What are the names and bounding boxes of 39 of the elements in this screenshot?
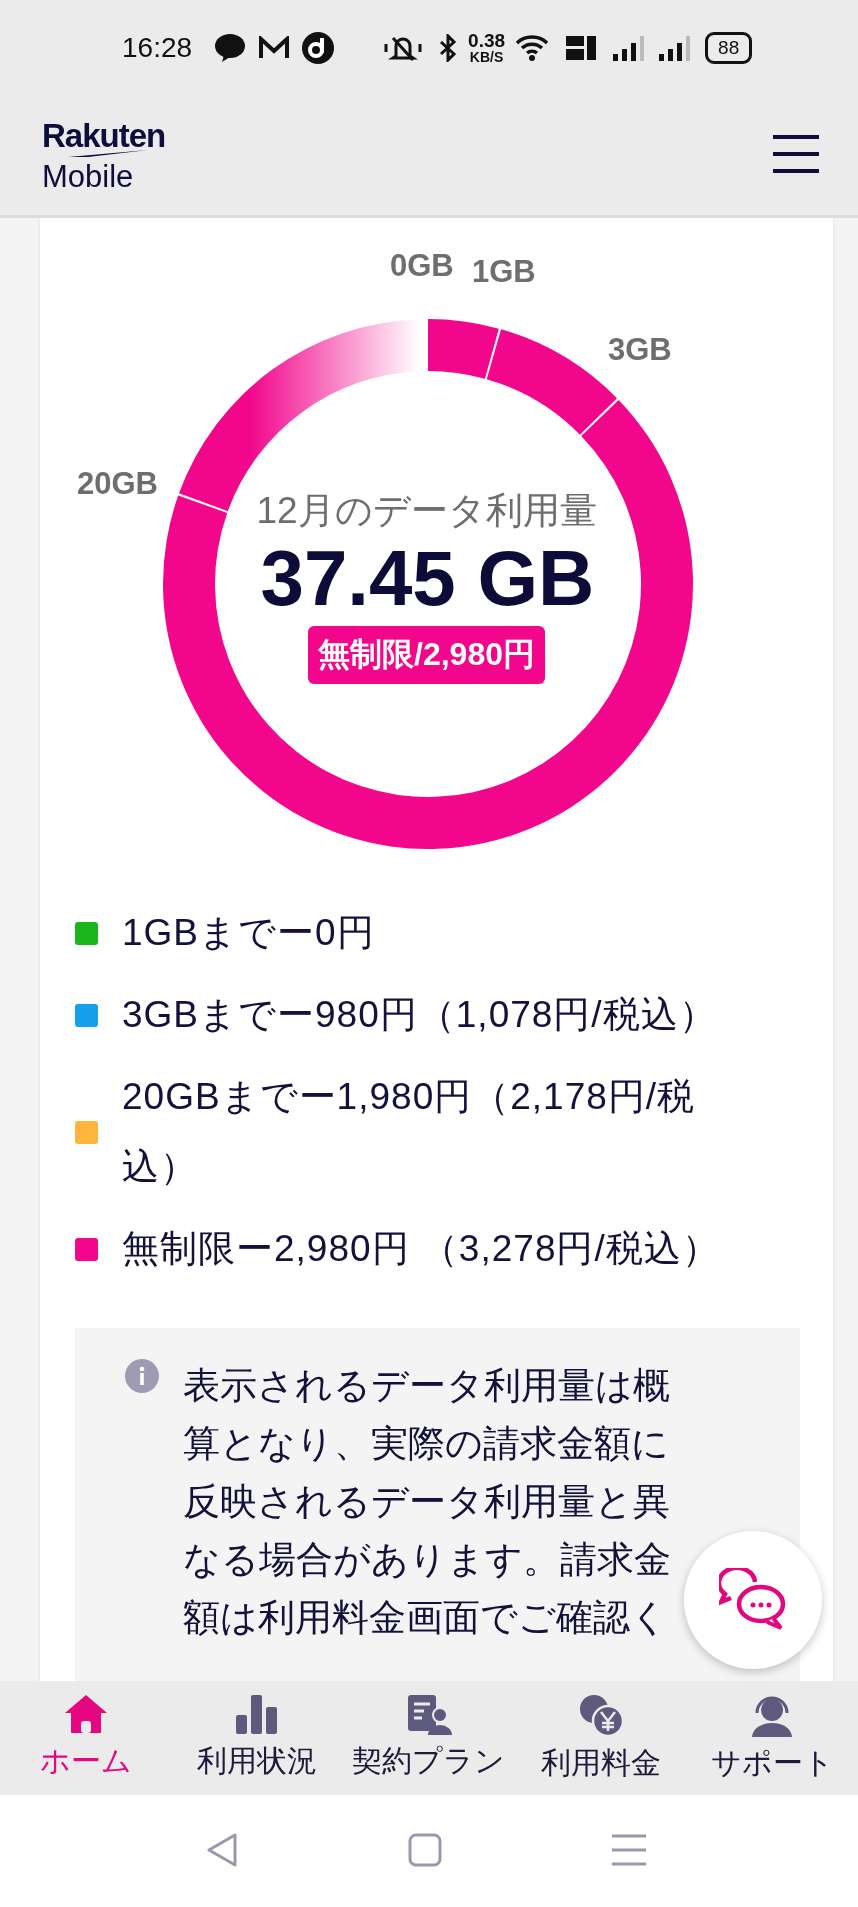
plan-badge: 無制限/2,980円 — [308, 625, 545, 684]
app-icon — [302, 31, 335, 64]
usage-title: 12月のデータ利用量 — [256, 489, 597, 533]
back-icon — [206, 1832, 238, 1867]
nav-tab[interactable]: 利用状況 — [171, 1685, 344, 1795]
notice-text: 表示されるデータ利用量は概算となり、実際の請求金額に反映されるデータ利用量と異なる場合があります。請求金額は利用料金画面でご確認く — [183, 1364, 672, 1640]
info-icon — [125, 1359, 159, 1393]
nav-tab[interactable]: 契約プラン — [343, 1685, 515, 1795]
logo-text: Rakuten — [42, 118, 166, 152]
chat-bubble-icon — [214, 32, 247, 63]
usage-amount: 37.45 GB — [260, 536, 595, 622]
nav-tab[interactable]: ホーム — [0, 1685, 172, 1795]
legend-label: 無制限ー2,980円 （3,278円/税込） — [122, 1227, 720, 1271]
recents-button[interactable] — [612, 1833, 646, 1869]
contract-person-icon — [406, 1693, 452, 1735]
legend-label: 20GBまでー1,980円（2,178円/税込） — [122, 1075, 697, 1189]
signal-icon — [611, 33, 646, 62]
tick-label: 0GB — [390, 248, 454, 284]
battery-level: 88 — [705, 31, 753, 64]
menu-icon — [772, 133, 820, 174]
tick-label: 20GB — [77, 466, 158, 502]
square-icon — [408, 1832, 442, 1867]
network-speed: 0.38 — [468, 31, 506, 50]
mail-icon — [258, 35, 291, 60]
logo-text: Mobile — [42, 160, 135, 192]
speed-unit: KB/S — [468, 50, 505, 64]
chat-icon — [719, 1568, 787, 1632]
tick-label: 3GB — [608, 332, 672, 368]
clock: 16:28 — [122, 31, 193, 64]
bluetooth-icon — [438, 33, 459, 62]
tick-label: 1GB — [472, 254, 536, 290]
nav-tab[interactable]: サポート — [686, 1685, 858, 1795]
coins-icon — [577, 1693, 624, 1737]
home-button[interactable] — [408, 1832, 442, 1870]
legend-label: 3GBまでー980円（1,078円/税込） — [122, 993, 717, 1037]
signal-icon — [657, 33, 692, 62]
nav-tab[interactable]: 利用料金 — [514, 1685, 687, 1795]
menu-icon — [612, 1833, 646, 1866]
legend-label: 1GBまでー0円 — [122, 911, 375, 955]
